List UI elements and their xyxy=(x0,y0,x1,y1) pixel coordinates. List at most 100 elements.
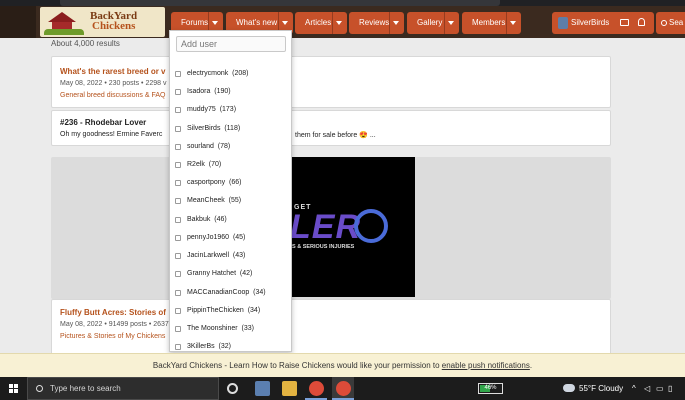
nav-tab-label: Articles xyxy=(305,18,332,27)
checkbox[interactable] xyxy=(175,71,181,77)
file-explorer-icon[interactable] xyxy=(282,381,297,396)
user-filter-item[interactable]: MACCanadianCoop (34) xyxy=(175,287,287,299)
user-filter-item[interactable]: SilverBirds (118) xyxy=(175,123,287,135)
chevron-down-icon[interactable] xyxy=(336,21,342,25)
chrome-icon[interactable] xyxy=(309,381,324,396)
task-view-icon[interactable] xyxy=(227,383,238,394)
results-count: About 4,000 results xyxy=(51,39,120,48)
user-filter-label: JacinLarkwell (43) xyxy=(187,250,245,262)
checkbox[interactable] xyxy=(175,89,181,95)
account-username[interactable]: SilverBirds xyxy=(571,12,609,34)
weather-readout[interactable]: 55°F Cloudy xyxy=(579,377,623,400)
user-filter-item[interactable]: Granny Hatchet (42) xyxy=(175,268,287,280)
bell-icon[interactable] xyxy=(638,18,645,26)
barn-roof-icon xyxy=(48,12,76,22)
nav-tab-articles[interactable]: Articles xyxy=(295,12,347,34)
nav-tab-members[interactable]: Members xyxy=(462,12,521,34)
user-count: (32) xyxy=(218,343,231,350)
user-filter-label: electrycmonk (208) xyxy=(187,68,248,80)
checkbox[interactable] xyxy=(175,162,181,168)
result-meta: May 08, 2022 • 91499 posts • 2637 xyxy=(60,321,169,328)
user-filter-label: The Moonshiner (33) xyxy=(187,323,254,335)
user-filter-item[interactable]: MeanCheek (55) xyxy=(175,195,287,207)
user-name: The Moonshiner xyxy=(187,325,238,332)
site-logo[interactable]: BackYard Chickens xyxy=(40,7,165,37)
checkbox[interactable] xyxy=(175,107,181,113)
user-filter-item[interactable]: casportpony (66) xyxy=(175,177,287,189)
checkbox[interactable] xyxy=(175,235,181,241)
search-icon xyxy=(661,19,667,26)
chevron-down-icon[interactable] xyxy=(212,21,218,25)
windows-start-icon[interactable] xyxy=(9,384,18,393)
nav-divider xyxy=(332,12,333,34)
user-name: SilverBirds xyxy=(187,125,221,132)
user-filter-item[interactable]: sourland (78) xyxy=(175,141,287,153)
checkbox[interactable] xyxy=(175,217,181,223)
checkbox[interactable] xyxy=(175,271,181,277)
ad-banner[interactable]: GET LER S & SERIOUS INJURIES xyxy=(290,157,415,297)
checkbox[interactable] xyxy=(175,253,181,259)
tray-chevron-icon[interactable]: ^ xyxy=(632,377,636,400)
result-forum-link[interactable]: General breed discussions & FAQ xyxy=(60,92,165,99)
taskbar-active-app[interactable] xyxy=(332,377,354,400)
nav-tab-label: Members xyxy=(472,18,506,27)
user-name: electrycmonk xyxy=(187,70,229,77)
checkbox[interactable] xyxy=(175,326,181,332)
nav-divider xyxy=(389,12,390,34)
user-filter-label: muddy75 (173) xyxy=(187,104,236,116)
checkbox[interactable] xyxy=(175,198,181,204)
user-filter-label: SilverBirds (118) xyxy=(187,123,240,135)
user-count: (173) xyxy=(219,106,237,113)
nav-tab-reviews[interactable]: Reviews xyxy=(349,12,404,34)
user-filter-item[interactable]: electrycmonk (208) xyxy=(175,68,287,80)
checkbox[interactable] xyxy=(175,344,181,350)
ad-ring-graphic xyxy=(354,209,388,243)
user-filter-item[interactable]: R2elk (70) xyxy=(175,159,287,171)
checkbox[interactable] xyxy=(175,290,181,296)
speaker-icon[interactable]: ◁ xyxy=(644,377,650,400)
user-filter-item[interactable]: muddy75 (173) xyxy=(175,104,287,116)
user-name: Granny Hatchet xyxy=(187,270,237,277)
user-filter-item[interactable]: Bakbuk (46) xyxy=(175,214,287,226)
user-name: casportpony xyxy=(187,179,226,186)
user-count: (34) xyxy=(247,307,261,314)
chevron-down-icon[interactable] xyxy=(282,21,288,25)
checkbox[interactable] xyxy=(175,180,181,186)
result-title[interactable]: Fluffy Butt Acres: Stories of xyxy=(60,308,166,317)
battery-icon[interactable]: 46% xyxy=(478,383,503,394)
post-heading[interactable]: #236 - Rhodebar Lover xyxy=(60,118,146,127)
user-filter-label: 3KillerBs (32) xyxy=(187,341,231,351)
result-title[interactable]: What's the rarest breed or v xyxy=(60,67,166,76)
user-filter-item[interactable]: Isadora (190) xyxy=(175,86,287,98)
nav-tab-gallery[interactable]: Gallery xyxy=(407,12,459,34)
taskbar-search-box[interactable]: Type here to search xyxy=(27,377,219,400)
checkbox[interactable] xyxy=(175,144,181,150)
result-forum-link[interactable]: Pictures & Stories of My Chickens xyxy=(60,333,165,340)
avatar[interactable] xyxy=(558,17,568,29)
mail-icon[interactable] xyxy=(620,19,629,26)
chevron-down-icon[interactable] xyxy=(510,21,516,25)
post-number: #236 xyxy=(60,118,78,127)
enable-push-link[interactable]: enable push notifications xyxy=(442,361,530,370)
checkbox[interactable] xyxy=(175,126,181,132)
user-filter-item[interactable]: JacinLarkwell (43) xyxy=(175,250,287,262)
chevron-down-icon[interactable] xyxy=(448,21,454,25)
account-bar: SilverBirds xyxy=(552,12,654,34)
user-filter-item[interactable]: 3KillerBs (32) xyxy=(175,341,287,351)
add-user-input[interactable] xyxy=(176,36,286,52)
user-filter-item[interactable]: The Moonshiner (33) xyxy=(175,323,287,335)
user-filter-item[interactable]: pennyJo1960 (45) xyxy=(175,232,287,244)
user-filter-item[interactable]: PippinTheChicken (34) xyxy=(175,305,287,317)
notifications-icon[interactable]: ▯ xyxy=(668,377,672,400)
search-button[interactable]: Sea xyxy=(656,12,685,34)
chevron-down-icon[interactable] xyxy=(393,21,399,25)
checkbox[interactable] xyxy=(175,308,181,314)
user-count: (190) xyxy=(214,88,231,95)
calculator-icon[interactable] xyxy=(255,381,270,396)
nav-divider xyxy=(506,12,507,34)
user-count: (43) xyxy=(232,252,246,259)
post-title: Rhodebar Lover xyxy=(84,118,147,127)
user-count: (42) xyxy=(239,270,253,277)
network-icon[interactable]: ▭ xyxy=(656,377,664,400)
user-count: (208) xyxy=(232,70,249,77)
